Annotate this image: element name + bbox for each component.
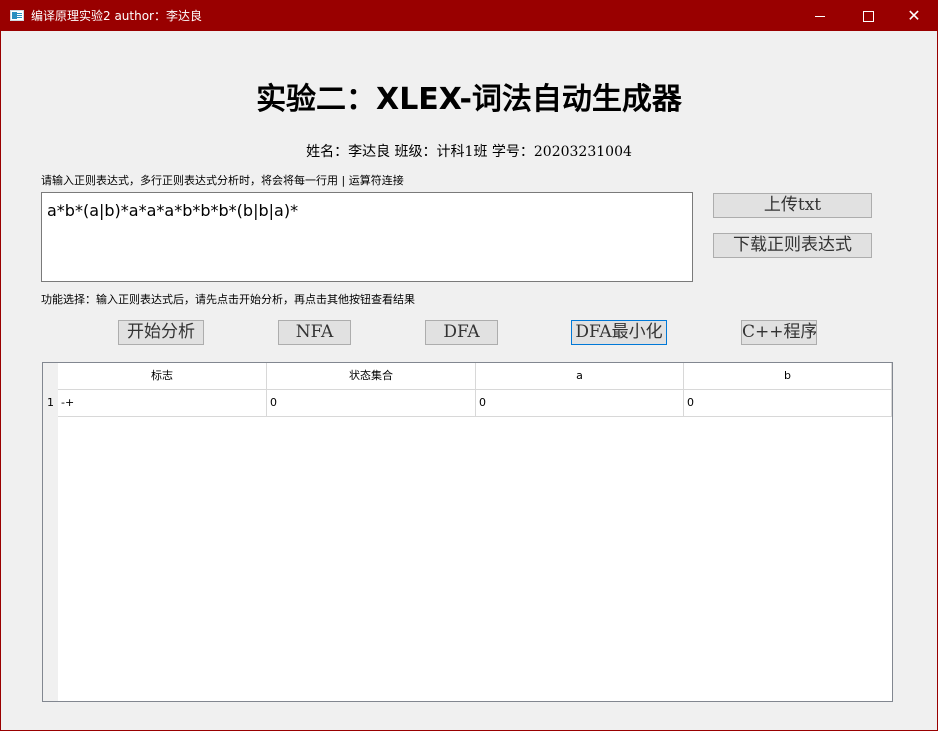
minimize-icon xyxy=(815,15,825,17)
app-icon xyxy=(10,10,24,21)
close-icon: ✕ xyxy=(907,6,921,25)
table-cell-state-set[interactable]: 0 xyxy=(267,390,476,417)
column-header-b[interactable]: b xyxy=(684,363,892,390)
nfa-button[interactable]: NFA xyxy=(278,320,351,345)
upload-txt-button[interactable]: 上传txt xyxy=(713,193,872,218)
maximize-button[interactable] xyxy=(845,1,891,31)
window-title: 编译原理实验2 author：李达良 xyxy=(31,9,202,23)
download-regex-button[interactable]: 下载正则表达式 xyxy=(713,233,872,258)
column-header-flag[interactable]: 标志 xyxy=(58,363,267,390)
title-bar[interactable]: 编译原理实验2 author：李达良 ✕ xyxy=(1,1,937,31)
column-header-state-set[interactable]: 状态集合 xyxy=(267,363,476,390)
dfa-button[interactable]: DFA xyxy=(425,320,498,345)
maximize-icon xyxy=(862,10,874,22)
start-analysis-button[interactable]: 开始分析 xyxy=(118,320,204,345)
column-header-a[interactable]: a xyxy=(476,363,684,390)
minimize-button[interactable] xyxy=(797,1,843,31)
result-table[interactable]: 标志 状态集合 a b 1 -+ 0 0 0 xyxy=(42,362,893,702)
table-cell-flag[interactable]: -+ xyxy=(58,390,267,417)
page-title: 实验二：XLEX-词法自动生成器 xyxy=(256,82,682,117)
dfa-minimize-button[interactable]: DFA最小化 xyxy=(571,320,667,345)
function-hint: 功能选择：输入正则表达式后，请先点击开始分析，再点击其他按钮查看结果 xyxy=(41,293,415,306)
table-cell-a[interactable]: 0 xyxy=(476,390,684,417)
regex-input[interactable]: a*b*(a|b)*a*a*a*b*b*b*(b|b|a)* xyxy=(41,192,693,282)
app-window: 编译原理实验2 author：李达良 ✕ 实验二：XLEX-词法自动生成器 姓名… xyxy=(0,0,938,731)
regex-hint: 请输入正则表达式，多行正则表达式分析时，将会将每一行用 | 运算符连接 xyxy=(41,174,404,187)
table-cell-b[interactable]: 0 xyxy=(684,390,892,417)
student-info: 姓名：李达良 班级：计科1班 学号：20203231004 xyxy=(306,144,632,160)
cpp-program-button[interactable]: C++程序 xyxy=(741,320,817,345)
row-number[interactable]: 1 xyxy=(43,390,58,417)
close-button[interactable]: ✕ xyxy=(891,1,937,31)
